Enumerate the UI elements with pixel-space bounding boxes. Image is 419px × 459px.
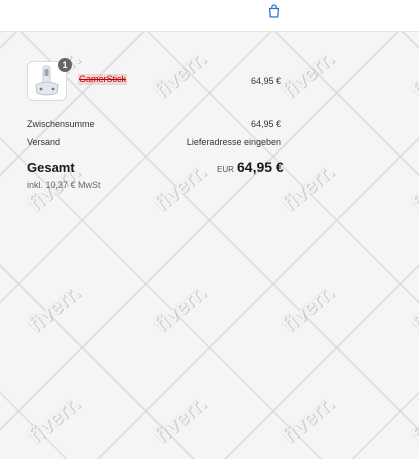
watermark: fiverr. bbox=[148, 45, 211, 104]
subtotal-label: Zwischensumme bbox=[27, 119, 95, 129]
total-currency: EUR bbox=[217, 165, 234, 174]
watermark: fiverr. bbox=[276, 45, 339, 104]
game-stick-image bbox=[35, 65, 59, 96]
watermark: fiverr. bbox=[148, 279, 211, 338]
total-value: 64,95 € bbox=[237, 159, 284, 175]
line-item-price: 64,95 € bbox=[250, 76, 281, 86]
checkout-header bbox=[0, 0, 419, 32]
watermark: fiverr. bbox=[406, 279, 419, 338]
watermark: fiverr. bbox=[406, 45, 419, 104]
shopping-bag-icon[interactable] bbox=[266, 3, 282, 19]
watermark: fiverr. bbox=[276, 390, 339, 449]
total-label: Gesamt bbox=[27, 160, 75, 175]
order-summary-panel: fiverr. fiverr. fiverr. fiverr. fiverr. … bbox=[0, 32, 419, 459]
watermark: fiverr. bbox=[406, 158, 419, 217]
watermark: fiverr. bbox=[22, 390, 85, 449]
product-name: GamerStick bbox=[78, 74, 128, 85]
shipping-label: Versand bbox=[27, 137, 61, 147]
shipping-value: Lieferadresse eingeben bbox=[186, 137, 281, 147]
watermark: fiverr. bbox=[148, 158, 211, 217]
watermark: fiverr. bbox=[406, 390, 419, 449]
watermark: fiverr. bbox=[276, 279, 339, 338]
subtotal-value: 64,95 € bbox=[250, 119, 281, 129]
quantity-badge: 1 bbox=[58, 58, 72, 72]
watermark: fiverr. bbox=[148, 390, 211, 449]
watermark: fiverr. bbox=[276, 158, 339, 217]
watermark: fiverr. bbox=[22, 279, 85, 338]
tax-note: inkl. 10,37 € MwSt bbox=[27, 180, 101, 190]
